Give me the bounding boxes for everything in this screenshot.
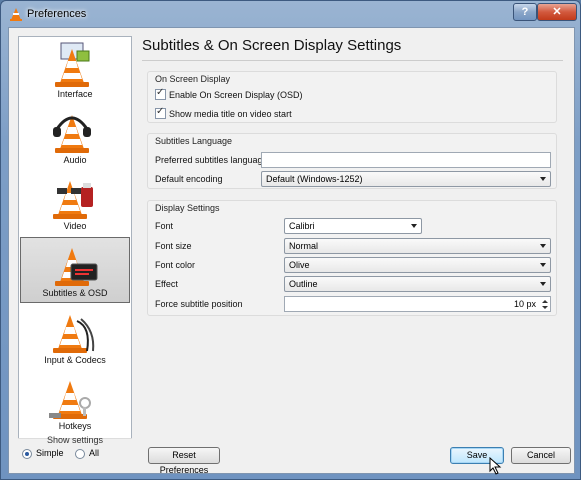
enable-osd-checkbox[interactable] bbox=[155, 87, 166, 100]
font-size-label: Font size bbox=[155, 241, 192, 251]
show-media-title-checkbox[interactable] bbox=[155, 106, 166, 119]
subtitles-language-title: Subtitles Language bbox=[155, 136, 233, 146]
sidebar-item-label: Hotkeys bbox=[58, 421, 92, 431]
simple-radio[interactable] bbox=[22, 449, 32, 459]
chevron-down-icon bbox=[540, 244, 546, 248]
close-button[interactable]: ✕ bbox=[537, 3, 577, 21]
font-dropdown[interactable]: Calibri bbox=[284, 218, 422, 234]
sidebar-item-interface[interactable]: Interface bbox=[19, 39, 131, 105]
force-position-spinbox[interactable]: 10 px bbox=[284, 296, 551, 312]
display-settings-title: Display Settings bbox=[155, 203, 220, 213]
window-title: Preferences bbox=[27, 8, 87, 20]
title-bar: Preferences ? ✕ bbox=[1, 1, 580, 27]
cone-glasses-icon bbox=[53, 181, 93, 219]
page-title: Subtitles & On Screen Display Settings bbox=[142, 37, 402, 54]
font-size-value: Normal bbox=[289, 241, 319, 251]
font-color-value: Olive bbox=[289, 260, 310, 270]
font-color-dropdown[interactable]: Olive bbox=[284, 257, 551, 273]
all-label: All bbox=[89, 448, 100, 458]
preferred-language-label: Preferred subtitles language bbox=[155, 155, 268, 165]
sidebar-item-label: Interface bbox=[57, 89, 93, 99]
font-label: Font bbox=[155, 221, 174, 231]
chevron-down-icon bbox=[540, 282, 546, 286]
osd-group: On Screen Display Enable On Screen Displ… bbox=[147, 71, 557, 123]
sidebar-item-label: Video bbox=[63, 221, 87, 231]
cone-headphones-icon bbox=[53, 115, 91, 153]
chevron-down-icon bbox=[540, 263, 546, 267]
spin-down-icon[interactable] bbox=[542, 306, 548, 309]
sidebar-item-subtitles-osd[interactable]: Subtitles & OSD bbox=[20, 237, 130, 303]
osd-group-title: On Screen Display bbox=[155, 74, 231, 84]
effect-label: Effect bbox=[155, 279, 178, 289]
show-settings-group: Show settings Simple All bbox=[18, 435, 132, 464]
cone-keys-icon bbox=[49, 381, 91, 419]
sidebar-item-hotkeys[interactable]: Hotkeys bbox=[19, 371, 131, 437]
show-settings-title: Show settings bbox=[46, 435, 104, 445]
sidebar-item-label: Audio bbox=[63, 155, 87, 165]
reset-preferences-button[interactable]: Reset Preferences bbox=[148, 447, 220, 475]
preferred-language-input[interactable] bbox=[261, 152, 551, 168]
vlc-cone-icon bbox=[10, 8, 22, 21]
effect-dropdown[interactable]: Outline bbox=[284, 276, 551, 292]
force-position-value: 10 px bbox=[513, 299, 536, 309]
category-sidebar: Interface Audio Video Subtitles & OSD In… bbox=[18, 36, 132, 464]
sidebar-item-label: Input & Codecs bbox=[44, 355, 106, 365]
font-value: Calibri bbox=[289, 221, 315, 231]
chevron-down-icon bbox=[540, 177, 546, 181]
force-position-label: Force subtitle position bbox=[155, 299, 243, 309]
header-divider bbox=[142, 60, 563, 61]
cancel-button[interactable]: Cancel bbox=[511, 447, 571, 464]
help-button[interactable]: ? bbox=[513, 3, 537, 21]
sidebar-item-label: Subtitles & OSD bbox=[42, 288, 108, 298]
sidebar-item-audio[interactable]: Audio bbox=[19, 105, 131, 171]
simple-label: Simple bbox=[36, 448, 64, 458]
show-media-title-label: Show media title on video start bbox=[169, 109, 292, 119]
cone-subtitles-icon bbox=[55, 248, 98, 286]
enable-osd-label: Enable On Screen Display (OSD) bbox=[169, 90, 303, 100]
preferences-window: Preferences ? ✕ Interface Audio Video Su… bbox=[0, 0, 581, 480]
sidebar-item-video[interactable]: Video bbox=[19, 171, 131, 237]
all-radio[interactable] bbox=[75, 449, 85, 459]
spin-up-icon[interactable] bbox=[542, 300, 548, 303]
mouse-pointer-icon bbox=[489, 457, 502, 475]
default-encoding-dropdown[interactable]: Default (Windows-1252) bbox=[261, 171, 551, 187]
cone-cables-icon bbox=[53, 315, 95, 353]
default-encoding-label: Default encoding bbox=[155, 174, 223, 184]
cone-interface-icon bbox=[55, 42, 90, 87]
sidebar-item-input-codecs[interactable]: Input & Codecs bbox=[19, 305, 131, 371]
subtitles-language-group: Subtitles Language Preferred subtitles l… bbox=[147, 133, 557, 189]
chevron-down-icon bbox=[411, 224, 417, 228]
effect-value: Outline bbox=[289, 279, 318, 289]
font-color-label: Font color bbox=[155, 260, 196, 270]
default-encoding-value: Default (Windows-1252) bbox=[266, 174, 363, 184]
display-settings-group: Display Settings Font Calibri Font size … bbox=[147, 200, 557, 316]
font-size-dropdown[interactable]: Normal bbox=[284, 238, 551, 254]
client-area: Interface Audio Video Subtitles & OSD In… bbox=[8, 27, 575, 475]
